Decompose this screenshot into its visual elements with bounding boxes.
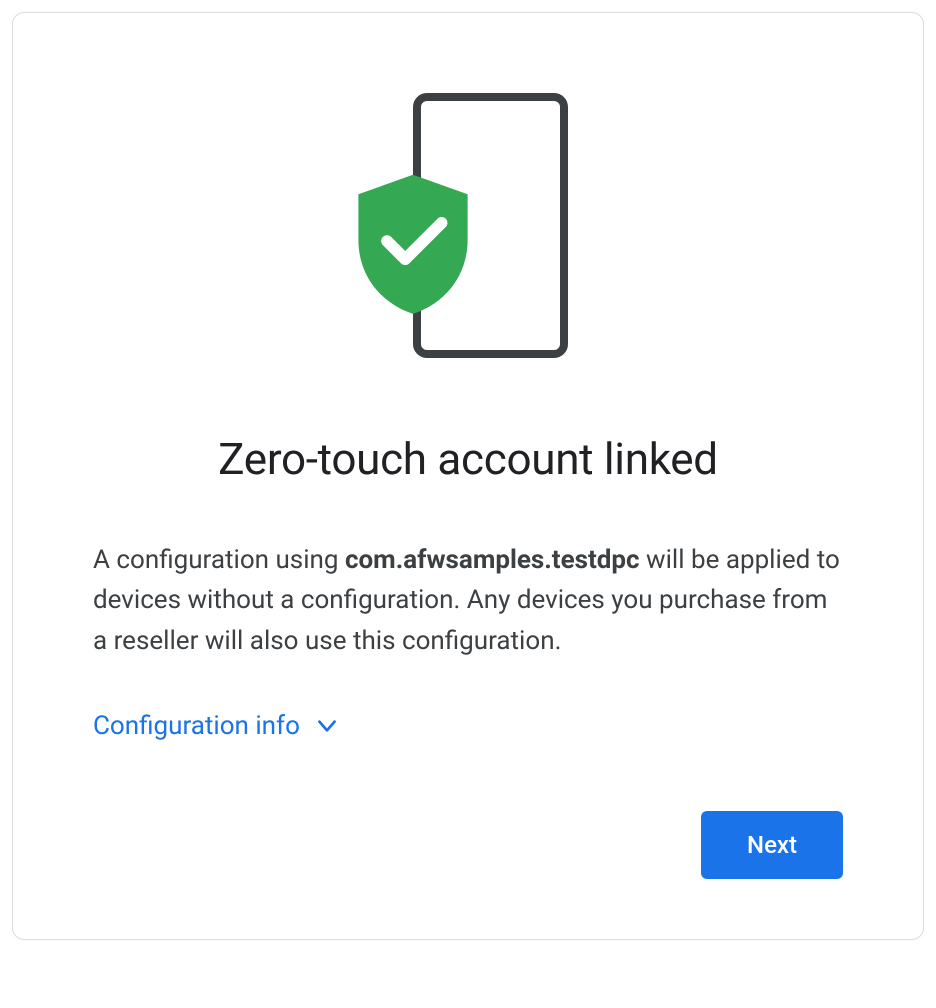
dialog-card: Zero-touch account linked A configuratio… [12,12,924,940]
next-button[interactable]: Next [701,811,843,879]
shield-check-icon [348,168,478,318]
phone-shield-illustration [368,93,568,373]
dialog-description: A configuration using com.afwsamples.tes… [93,540,843,661]
description-package-name: com.afwsamples.testdpc [345,545,640,575]
chevron-down-icon [314,713,340,739]
configuration-info-label: Configuration info [93,711,300,741]
configuration-info-toggle[interactable]: Configuration info [93,711,340,741]
dialog-actions: Next [93,811,843,879]
dialog-heading: Zero-touch account linked [93,433,843,485]
description-part1: A configuration using [93,545,345,575]
illustration-container [93,93,843,373]
